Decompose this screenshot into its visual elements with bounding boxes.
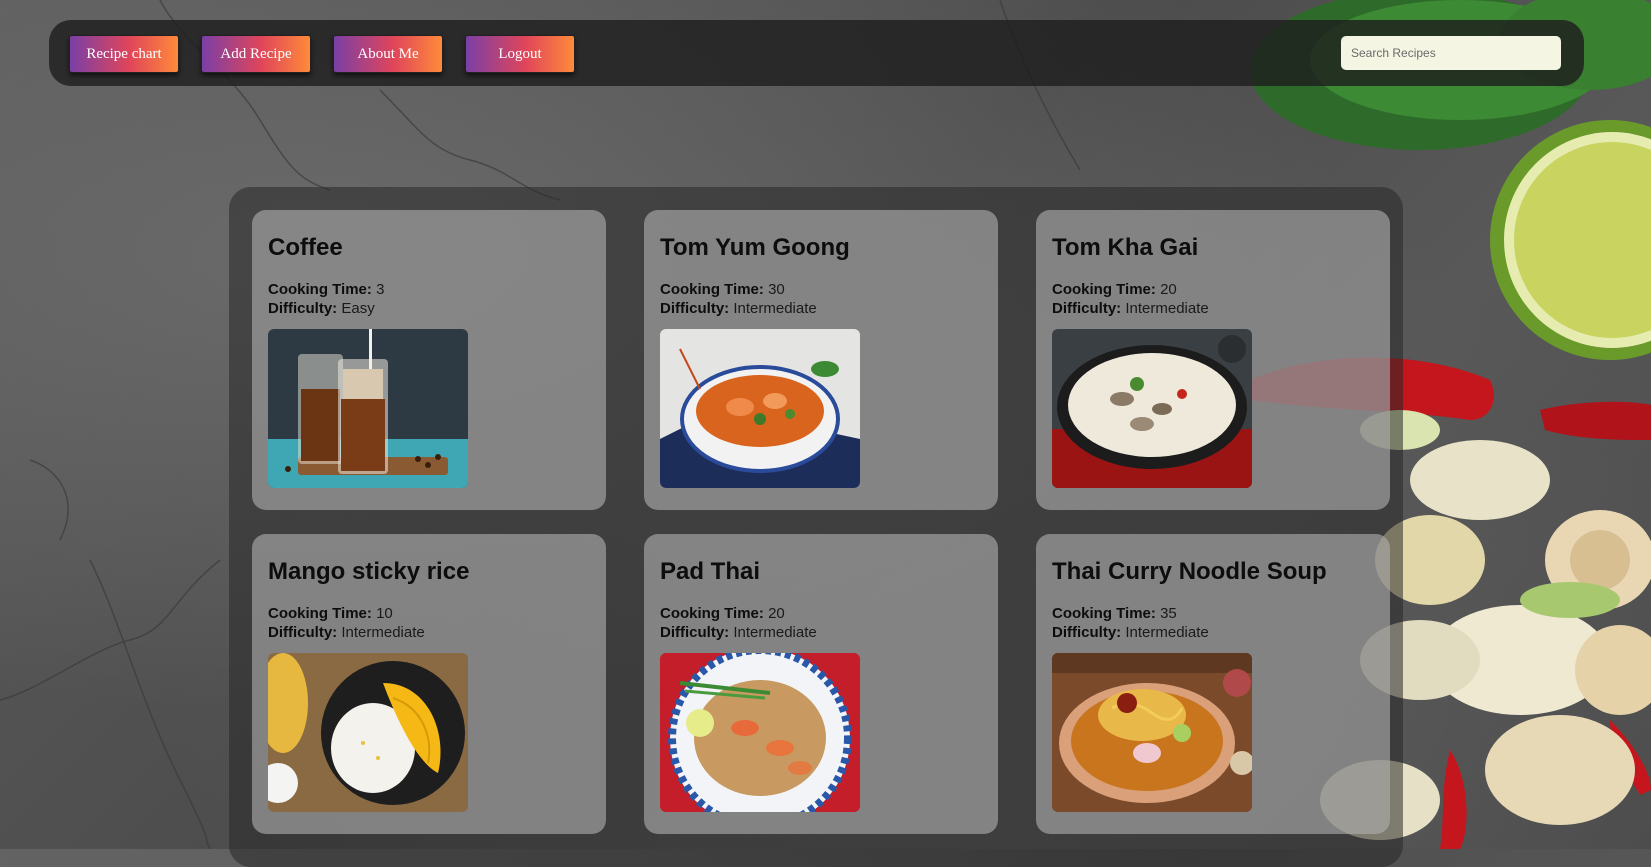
recipe-title: Tom Kha Gai xyxy=(1052,234,1199,261)
recipe-cooking-time: Cooking Time: 20 xyxy=(660,604,982,623)
recipe-cooking-time: Cooking Time: 10 xyxy=(268,604,590,623)
recipe-card-tom-yum-goong[interactable]: Tom Yum Goong Cooking Time: 30 Difficult… xyxy=(644,210,998,510)
recipe-difficulty: Difficulty: Easy xyxy=(268,299,590,318)
recipe-difficulty: Difficulty: Intermediate xyxy=(268,623,590,642)
recipe-image-mango-sticky-rice xyxy=(268,653,468,812)
difficulty-value: Intermediate xyxy=(1125,300,1209,317)
recipe-image-coffee xyxy=(268,329,468,488)
difficulty-label: Difficulty: xyxy=(1052,624,1122,641)
cooking-time-value: 30 xyxy=(768,281,785,298)
difficulty-value: Intermediate xyxy=(733,624,817,641)
recipe-chart-button[interactable]: Recipe chart xyxy=(69,35,179,73)
recipe-card-thai-curry-noodle-soup[interactable]: Thai Curry Noodle Soup Cooking Time: 35 … xyxy=(1036,534,1390,834)
difficulty-label: Difficulty: xyxy=(660,300,730,317)
navbar: Recipe chart Add Recipe About Me Logout xyxy=(49,20,1584,86)
cooking-time-value: 35 xyxy=(1160,605,1177,622)
cooking-time-label: Cooking Time: xyxy=(268,281,372,298)
recipe-grid-panel: Coffee Cooking Time: 3 Difficulty: Easy xyxy=(229,187,1403,867)
recipe-cooking-time: Cooking Time: 3 xyxy=(268,280,590,299)
recipe-title: Mango sticky rice xyxy=(268,558,470,585)
recipe-card-pad-thai[interactable]: Pad Thai Cooking Time: 20 Difficulty: In… xyxy=(644,534,998,834)
recipe-image-tom-yum-goong xyxy=(660,329,860,488)
recipe-cooking-time: Cooking Time: 20 xyxy=(1052,280,1374,299)
difficulty-label: Difficulty: xyxy=(1052,300,1122,317)
recipe-difficulty: Difficulty: Intermediate xyxy=(1052,299,1374,318)
cooking-time-label: Cooking Time: xyxy=(660,605,764,622)
difficulty-label: Difficulty: xyxy=(660,624,730,641)
recipe-image-tom-kha-gai xyxy=(1052,329,1252,488)
recipe-card-coffee[interactable]: Coffee Cooking Time: 3 Difficulty: Easy xyxy=(252,210,606,510)
difficulty-value: Intermediate xyxy=(1125,624,1209,641)
cooking-time-value: 10 xyxy=(376,605,393,622)
cooking-time-label: Cooking Time: xyxy=(660,281,764,298)
recipe-cooking-time: Cooking Time: 30 xyxy=(660,280,982,299)
difficulty-label: Difficulty: xyxy=(268,300,338,317)
cooking-time-label: Cooking Time: xyxy=(268,605,372,622)
search-input[interactable] xyxy=(1341,36,1561,70)
difficulty-label: Difficulty: xyxy=(268,624,338,641)
recipe-difficulty: Difficulty: Intermediate xyxy=(660,299,982,318)
about-me-button[interactable]: About Me xyxy=(333,35,443,73)
recipe-image-pad-thai xyxy=(660,653,860,812)
difficulty-value: Intermediate xyxy=(341,624,425,641)
recipe-title: Thai Curry Noodle Soup xyxy=(1052,558,1327,585)
recipe-card-tom-kha-gai[interactable]: Tom Kha Gai Cooking Time: 20 Difficulty:… xyxy=(1036,210,1390,510)
logout-button[interactable]: Logout xyxy=(465,35,575,73)
cooking-time-value: 20 xyxy=(768,605,785,622)
recipe-title: Pad Thai xyxy=(660,558,761,585)
recipe-cooking-time: Cooking Time: 35 xyxy=(1052,604,1374,623)
cooking-time-value: 3 xyxy=(376,281,385,298)
recipe-image-khao-soi xyxy=(1052,653,1252,812)
recipe-card-mango-sticky-rice[interactable]: Mango sticky rice Cooking Time: 10 Diffi… xyxy=(252,534,606,834)
recipe-difficulty: Difficulty: Intermediate xyxy=(1052,623,1374,642)
cooking-time-label: Cooking Time: xyxy=(1052,281,1156,298)
add-recipe-button[interactable]: Add Recipe xyxy=(201,35,311,73)
cooking-time-value: 20 xyxy=(1160,281,1177,298)
difficulty-value: Intermediate xyxy=(733,300,817,317)
recipe-title: Tom Yum Goong xyxy=(660,234,850,261)
recipe-difficulty: Difficulty: Intermediate xyxy=(660,623,982,642)
cooking-time-label: Cooking Time: xyxy=(1052,605,1156,622)
difficulty-value: Easy xyxy=(341,300,375,317)
recipe-title: Coffee xyxy=(268,234,343,261)
